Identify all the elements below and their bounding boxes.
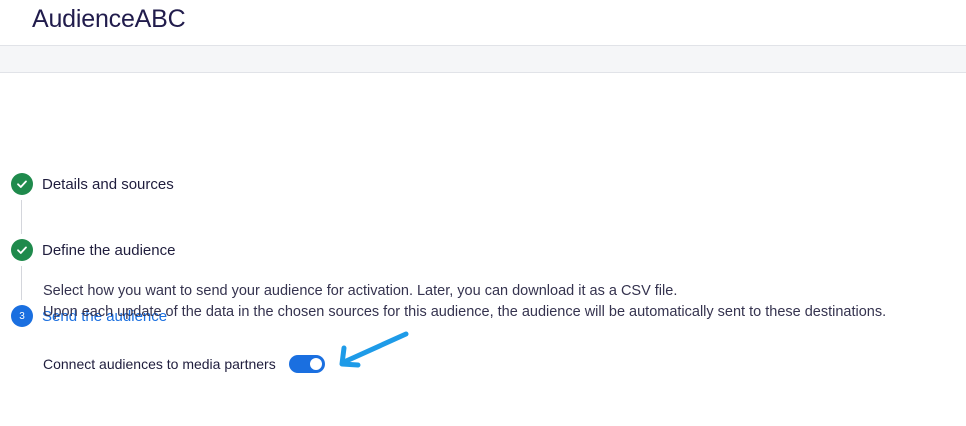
step-connector: [21, 266, 22, 300]
app-header: AudienceABC: [0, 0, 966, 46]
step-label: Define the audience: [42, 241, 176, 259]
step-number-badge: 3: [11, 305, 33, 327]
step-label: Details and sources: [42, 175, 174, 193]
step-details-and-sources[interactable]: Details and sources: [11, 173, 174, 195]
check-icon: [11, 239, 33, 261]
send-description-line-2: Upon each update of the data in the chos…: [43, 304, 887, 320]
header-band: [0, 46, 966, 73]
annotation-arrow-icon: [339, 331, 409, 368]
toggle-label: Connect audiences to media partners: [43, 356, 276, 372]
media-partners-toggle[interactable]: [288, 355, 325, 373]
step-define-the-audience[interactable]: Define the audience: [11, 239, 175, 261]
media-partners-toggle-row: Connect audiences to media partners: [43, 355, 325, 373]
send-description-line-1: Select how you want to send your audienc…: [43, 283, 678, 299]
app-title: AudienceABC: [32, 5, 186, 33]
step-connector: [21, 200, 22, 234]
check-icon: [11, 173, 33, 195]
toggle-knob: [309, 358, 322, 370]
